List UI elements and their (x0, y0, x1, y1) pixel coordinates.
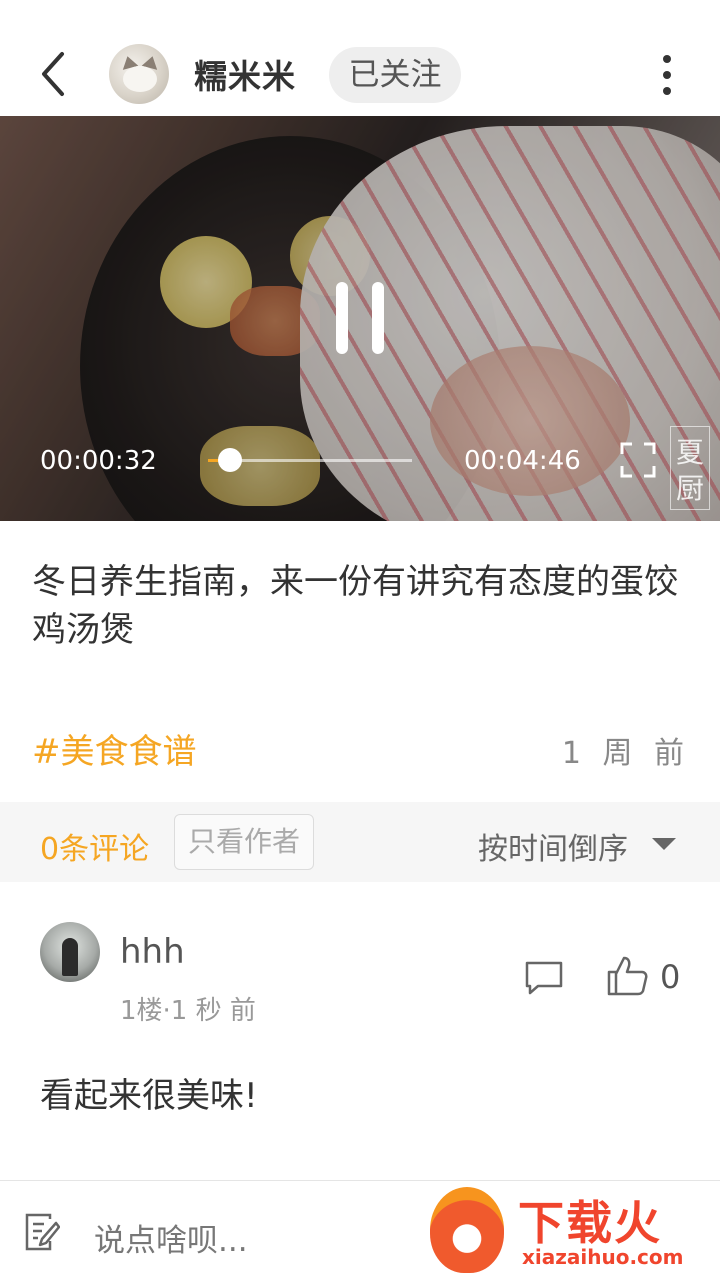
comment-item: hhh 1楼·1 秒 前 0 看起来很美味! (0, 882, 720, 1178)
site-url: xiazaihuo.com (522, 1245, 684, 1269)
commenter-avatar[interactable] (40, 922, 100, 982)
like-button[interactable] (606, 954, 650, 998)
comment-header: 0条评论 只看作者 按时间倒序 (0, 802, 720, 882)
edit-icon[interactable] (24, 1213, 61, 1251)
follow-button[interactable]: 已关注 (329, 47, 461, 103)
commenter-name[interactable]: hhh (120, 932, 185, 972)
comment-icon (525, 961, 563, 995)
fullscreen-icon (620, 442, 656, 478)
author-avatar[interactable] (109, 44, 169, 104)
progress-slider[interactable] (208, 448, 412, 472)
comment-input-bar: 说点啥呗... 下载火 xiazaihuo.com (0, 1180, 720, 1281)
comment-input[interactable]: 说点啥呗... (94, 1215, 248, 1260)
thumbs-up-icon (607, 956, 648, 996)
video-player[interactable]: 00:00:32 00:04:46 夏厨 (0, 116, 720, 521)
total-time: 00:04:46 (464, 446, 581, 476)
site-watermark: 下载火 xiazaihuo.com (426, 1181, 720, 1281)
author-only-button[interactable]: 只看作者 (174, 814, 314, 870)
author-name[interactable]: 糯米米 (194, 50, 296, 98)
post-title: 冬日养生指南，来一份有讲究有态度的蛋饺鸡汤煲 (32, 562, 678, 650)
flame-logo-icon (430, 1187, 504, 1273)
comment-meta: 1楼·1 秒 前 (120, 996, 256, 1026)
topic-tag[interactable]: #美食食谱 (32, 724, 197, 773)
post-time: 1 周 前 (561, 736, 690, 771)
comment-count: 0条评论 (40, 832, 150, 867)
pause-button[interactable] (334, 282, 386, 354)
top-bar: 糯米米 已关注 (0, 0, 720, 116)
sort-button[interactable]: 按时间倒序 (478, 824, 628, 868)
site-name: 下载火 (518, 1196, 662, 1250)
fullscreen-button[interactable] (620, 442, 656, 478)
more-options-button[interactable] (650, 50, 684, 100)
caret-down-icon[interactable] (652, 838, 676, 850)
comment-text: 看起来很美味! (40, 1076, 258, 1116)
current-time: 00:00:32 (40, 446, 157, 476)
back-button[interactable] (34, 48, 74, 100)
like-count: 0 (660, 958, 681, 996)
chevron-left-icon (42, 52, 64, 96)
reply-button[interactable] (524, 960, 564, 996)
channel-logo: 夏厨 (670, 426, 710, 510)
